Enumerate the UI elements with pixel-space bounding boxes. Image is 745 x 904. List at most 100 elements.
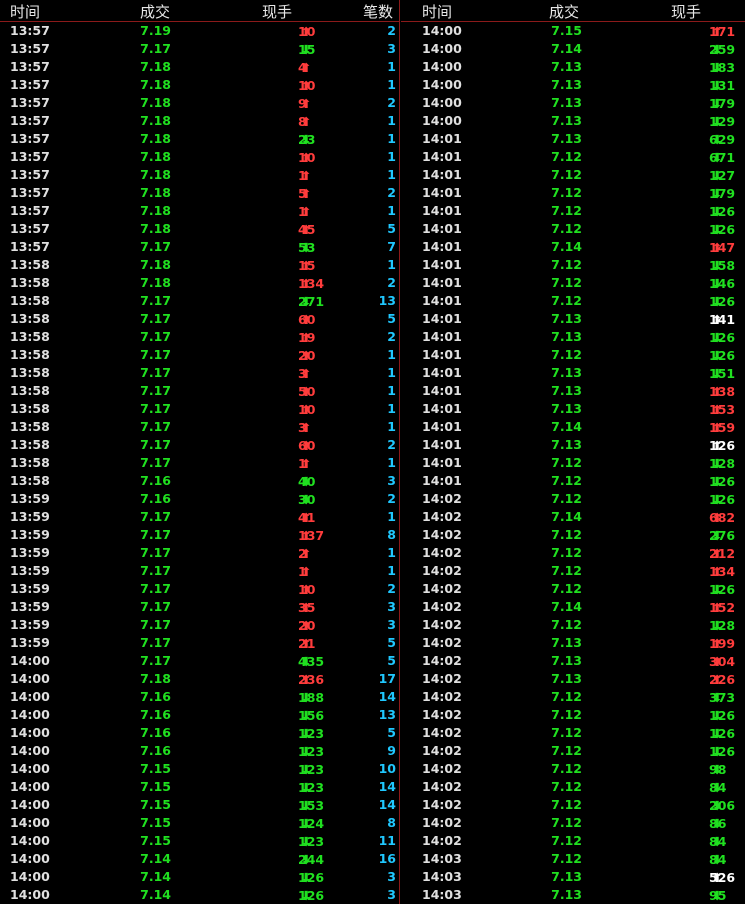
tick-row: 14:00 7.15 123 ⬇ 10	[0, 760, 399, 778]
tick-time: 13:58	[10, 419, 50, 434]
tick-count: 14	[378, 797, 396, 812]
tick-row: 14:01 7.13 138 ⬆	[401, 382, 745, 400]
arrow-up-icon: ⬆	[712, 240, 723, 255]
tick-row: 13:58 7.17 60 ⬆ 2	[0, 436, 399, 454]
arrow-down-icon: ⬇	[301, 726, 312, 741]
tick-time: 14:01	[422, 185, 462, 200]
tick-time: 13:57	[10, 239, 50, 254]
tick-count: 1	[387, 113, 396, 128]
tick-row: 14:02 7.14 152 ⬆	[401, 598, 745, 616]
left-tick-panel: 时间 成交 现手 笔数 13:57 7.19 10 ⬆ 2 13:57 7.17 15 ⬇ 3 13…	[0, 0, 399, 904]
arrow-up-icon: ⬆	[301, 366, 312, 381]
arrow-down-icon: ⬇	[301, 132, 312, 147]
tick-time: 13:57	[10, 221, 50, 236]
tick-time: 13:58	[10, 347, 50, 362]
tick-time: 13:59	[10, 635, 50, 650]
tick-price: 7.12	[551, 275, 582, 290]
tick-count: 7	[387, 239, 396, 254]
tick-time: 14:03	[422, 851, 462, 866]
tick-price: 7.15	[140, 797, 171, 812]
tick-time: 13:58	[10, 329, 50, 344]
tick-price: 7.19	[140, 23, 171, 38]
tick-price: 7.12	[551, 833, 582, 848]
tick-price: 7.15	[140, 833, 171, 848]
arrow-down-icon: ⬇	[712, 42, 723, 57]
tick-row: 14:00 7.14 259 ⬇	[401, 40, 745, 58]
tick-time: 14:01	[422, 347, 462, 362]
tick-price: 7.17	[140, 599, 171, 614]
tick-time: 14:00	[10, 743, 50, 758]
tick-time: 13:59	[10, 581, 50, 596]
arrow-down-icon: ⬇	[712, 762, 723, 777]
tick-time: 13:57	[10, 41, 50, 56]
arrow-up-icon: ⬆	[712, 564, 723, 579]
arrow-down-icon: ⬇	[301, 888, 312, 903]
tick-row: 13:59 7.17 21 ⬆ 5	[0, 634, 399, 652]
tick-count: 11	[378, 833, 396, 848]
tick-row: 14:02 7.12 98 ⬇	[401, 760, 745, 778]
tick-count: 5	[387, 653, 396, 668]
arrow-up-icon: ⬆	[301, 672, 312, 687]
tick-row: 14:00 7.15 171 ⬆	[401, 22, 745, 40]
tick-row: 14:03 7.13 526 ⬆	[401, 868, 745, 886]
arrow-up-icon: ⬆	[301, 276, 312, 291]
tick-row: 14:02 7.12 212 ⬆	[401, 544, 745, 562]
tick-time: 14:00	[10, 779, 50, 794]
arrow-up-icon: ⬆	[301, 150, 312, 165]
tick-row: 14:00 7.14 126 ⬇ 3	[0, 886, 399, 904]
tick-time: 14:02	[422, 581, 462, 596]
tick-time: 13:59	[10, 617, 50, 632]
tick-row: 13:59 7.17 41 ⬆ 1	[0, 508, 399, 526]
arrow-up-icon: ⬆	[301, 222, 312, 237]
arrow-down-icon: ⬇	[712, 492, 723, 507]
tick-price: 7.18	[140, 77, 171, 92]
tick-time: 14:02	[422, 779, 462, 794]
tick-price: 7.12	[551, 779, 582, 794]
arrow-up-icon: ⬆	[301, 330, 312, 345]
tick-row: 14:01 7.14 147 ⬆	[401, 238, 745, 256]
tick-price: 7.13	[551, 887, 582, 902]
tick-count: 1	[387, 365, 396, 380]
tick-time: 14:00	[422, 113, 462, 128]
tick-price: 7.12	[551, 707, 582, 722]
arrow-up-icon: ⬆	[301, 402, 312, 417]
arrow-up-icon: ⬆	[301, 546, 312, 561]
tick-time: 14:02	[422, 509, 462, 524]
tick-price: 7.12	[551, 545, 582, 560]
tick-count: 3	[387, 473, 396, 488]
tick-row: 14:02 7.12 86 ⬇	[401, 814, 745, 832]
tick-time: 14:00	[10, 797, 50, 812]
arrow-up-icon: ⬆	[712, 546, 723, 561]
tick-time: 14:02	[422, 491, 462, 506]
tick-count: 3	[387, 41, 396, 56]
tick-time: 14:02	[422, 599, 462, 614]
arrow-down-icon: ⬇	[712, 96, 723, 111]
tick-time: 14:02	[422, 545, 462, 560]
arrow-down-icon: ⬇	[301, 492, 312, 507]
tick-price: 7.16	[140, 707, 171, 722]
tick-price: 7.18	[140, 95, 171, 110]
tick-time: 13:57	[10, 113, 50, 128]
tick-row: 14:02 7.13 226 ⬆	[401, 670, 745, 688]
arrow-up-icon: ⬆	[301, 528, 312, 543]
tick-count: 1	[387, 167, 396, 182]
tick-count: 3	[387, 887, 396, 902]
tick-row: 14:03 7.12 84 ⬇	[401, 850, 745, 868]
tick-time: 13:59	[10, 491, 50, 506]
arrow-down-icon: ⬇	[712, 366, 723, 381]
tick-time: 14:02	[422, 707, 462, 722]
tick-row: 13:57 7.18 4 ⬆ 1	[0, 58, 399, 76]
tick-row: 14:02 7.12 373 ⬇	[401, 688, 745, 706]
tick-row: 13:58 7.17 50 ⬆ 1	[0, 382, 399, 400]
tick-time: 13:58	[10, 275, 50, 290]
tick-row: 13:57 7.18 10 ⬆ 1	[0, 76, 399, 94]
tick-price: 7.17	[140, 311, 171, 326]
tick-count: 1	[387, 257, 396, 272]
arrow-down-icon: ⬇	[712, 834, 723, 849]
tick-time: 14:01	[422, 221, 462, 236]
tick-time: 13:58	[10, 293, 50, 308]
arrow-up-icon: ⬆	[301, 456, 312, 471]
tick-count: 1	[387, 419, 396, 434]
tick-price: 7.12	[551, 203, 582, 218]
header-time: 时间	[10, 3, 41, 21]
